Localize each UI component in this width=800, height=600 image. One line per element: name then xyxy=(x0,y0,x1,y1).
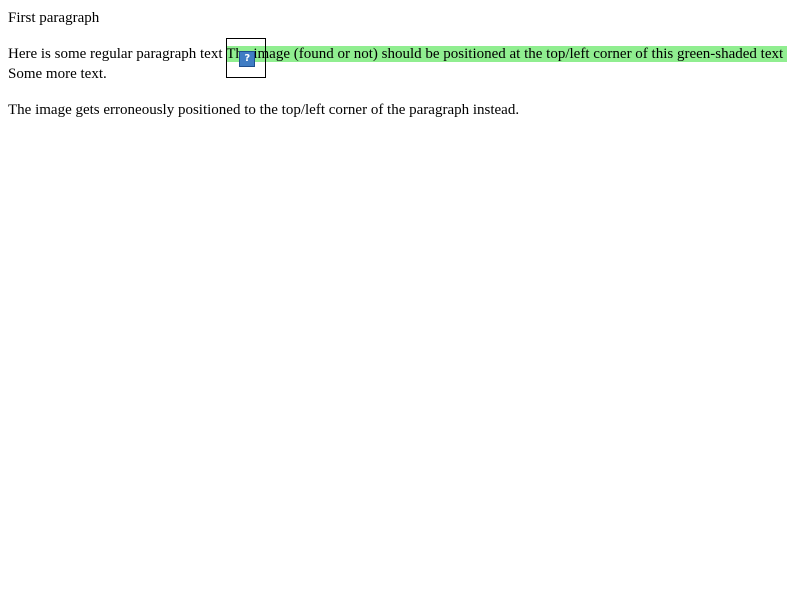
third-paragraph: The image gets erroneously positioned to… xyxy=(8,102,520,118)
more-text: Some more text. xyxy=(8,66,107,82)
broken-image-icon: ? xyxy=(239,51,256,67)
regular-text: Here is some regular paragraph text xyxy=(8,46,227,62)
green-shaded-text: ? The image (found or not) should be posi… xyxy=(226,38,788,78)
second-paragraph: Here is some regular paragraph text ? The… xyxy=(8,38,792,84)
first-paragraph: First paragraph xyxy=(8,10,100,26)
page: First paragraph Here is some regular par… xyxy=(0,0,800,600)
image-placeholder: ? xyxy=(226,38,267,78)
green-shaded-text-content: The image (found or not) should be posit… xyxy=(226,46,784,62)
